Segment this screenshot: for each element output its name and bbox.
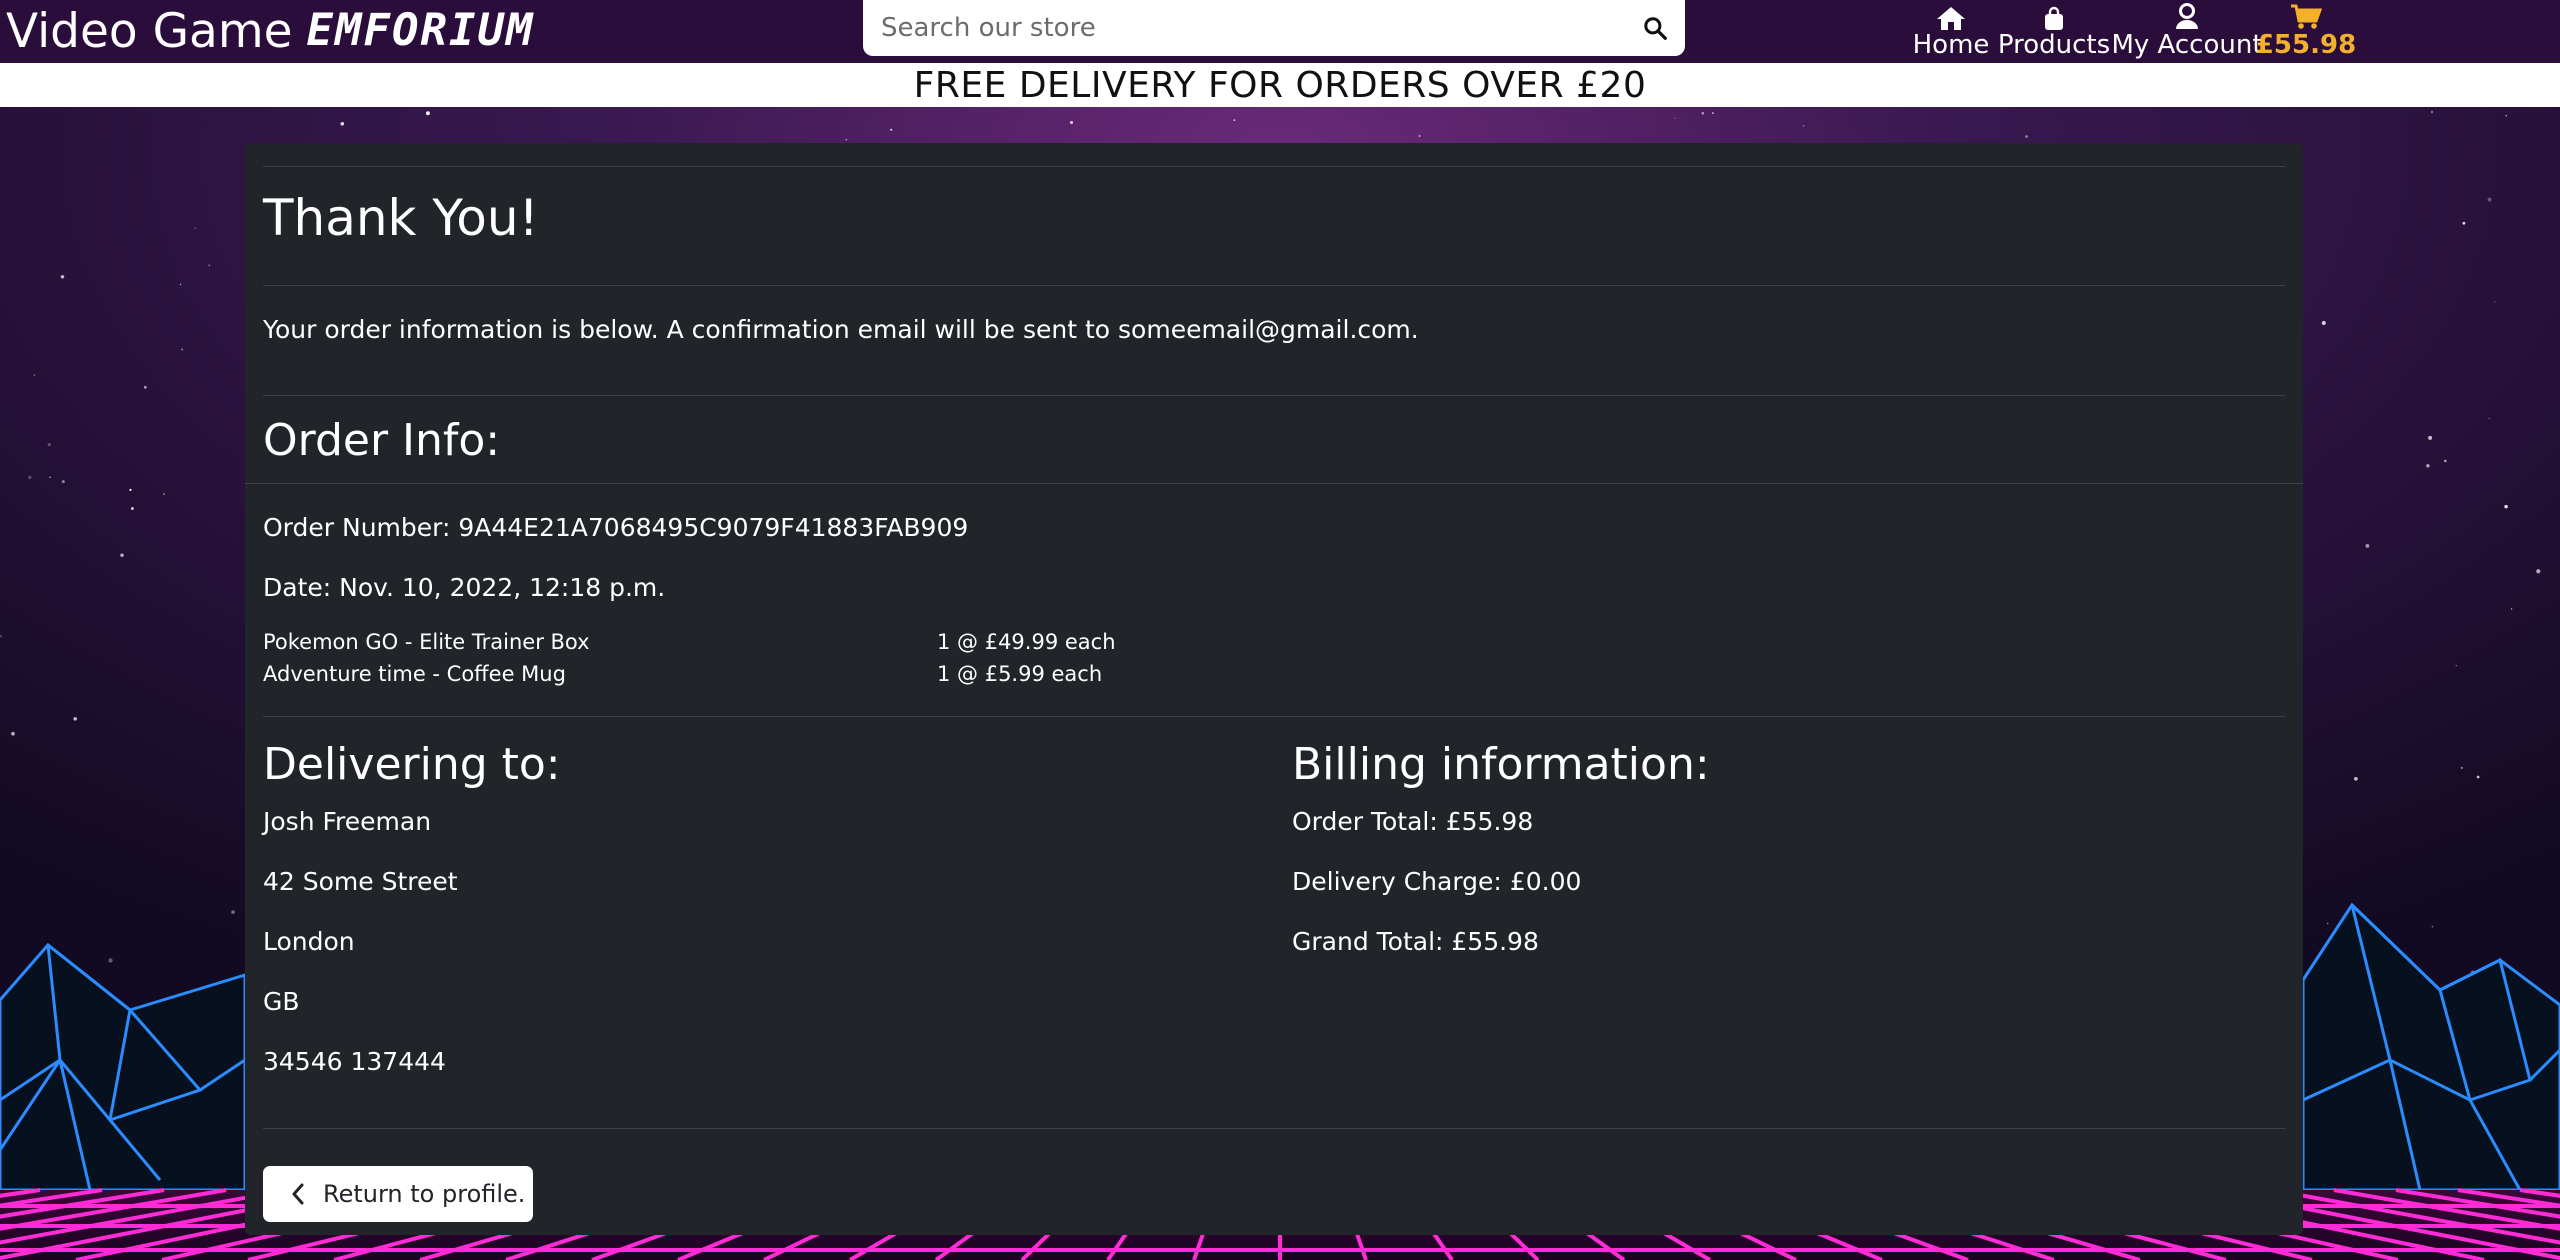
order-total: Order Total: £55.98 (1292, 807, 1533, 837)
nav-home[interactable]: Home (1913, 0, 1989, 58)
grand-total: Grand Total: £55.98 (1292, 927, 1539, 957)
nav-products[interactable]: Products (1998, 0, 2110, 58)
address-street: 42 Some Street (263, 867, 458, 896)
return-to-profile-button[interactable]: Return to profile. (263, 1166, 533, 1222)
line-item-qty-price: 1 @ £49.99 each (937, 630, 1116, 654)
address-phone: 34546 137444 (263, 1047, 446, 1076)
delivery-charge: Delivery Charge: £0.00 (1292, 867, 1581, 897)
grand-total-value: £55.98 (1451, 927, 1539, 956)
search-icon (1644, 17, 1667, 40)
home-icon (1937, 7, 1965, 30)
top-navbar: Video Game EMFORIUM Home Products (0, 0, 2560, 63)
nav-products-label: Products (1997, 30, 2111, 60)
checkout-success-card: Thank You! Your order information is bel… (245, 143, 2303, 1235)
divider (263, 1128, 2285, 1129)
brand-name: Video Game (6, 3, 293, 59)
delivery-charge-label: Delivery Charge: (1292, 867, 1510, 896)
order-date: Date: Nov. 10, 2022, 12:18 p.m. (263, 573, 665, 603)
divider (263, 166, 2285, 167)
divider (245, 483, 2303, 484)
search-bar (863, 0, 1685, 56)
cart-total: £55.98 (2255, 30, 2357, 60)
page-title: Thank You! (263, 189, 539, 247)
line-item-qty-price: 1 @ £5.99 each (937, 662, 1103, 686)
chevron-left-icon (292, 1183, 304, 1205)
order-number-label: Order Number: (263, 513, 459, 542)
shopping-bag-icon (2045, 6, 2063, 30)
order-date-label: Date: (263, 573, 340, 602)
delivery-banner: FREE DELIVERY FOR ORDERS OVER £20 (0, 63, 2560, 107)
confirmation-message: Your order information is below. A confi… (263, 315, 1419, 345)
brand-name-accent: EMFORIUM (306, 5, 535, 56)
billing-heading: Billing information: (1292, 739, 1710, 790)
order-total-label: Order Total: (1292, 807, 1446, 836)
nav-home-label: Home (1912, 30, 1990, 60)
confirmation-message-end: . (1410, 315, 1419, 344)
search-input[interactable] (863, 3, 1603, 53)
address-full-name: Josh Freeman (263, 807, 432, 836)
grand-total-label: Grand Total: (1292, 927, 1452, 956)
order-number-value: 9A44E21A7068495C9079F41883FAB909 (458, 513, 969, 542)
user-icon (2176, 3, 2198, 29)
line-item-name: Pokemon GO - Elite Trainer Box (263, 630, 590, 654)
delivery-charge-value: £0.00 (1509, 867, 1582, 896)
nav-cart[interactable]: £55.98 (2256, 0, 2356, 58)
brand-logo[interactable]: Video Game EMFORIUM (6, 2, 534, 60)
order-total-value: £55.98 (1445, 807, 1534, 836)
delivering-to-heading: Delivering to: (263, 739, 561, 790)
confirmation-message-text: Your order information is below. A confi… (263, 315, 1119, 344)
confirmation-email: someemail@gmail.com (1118, 315, 1411, 344)
nav-my-account[interactable]: My Account (2111, 0, 2263, 58)
divider (263, 285, 2285, 286)
order-number: Order Number: 9A44E21A7068495C9079F41883… (263, 513, 968, 543)
nav-my-account-label: My Account (2111, 30, 2263, 60)
line-item-name: Adventure time - Coffee Mug (263, 662, 566, 686)
cart-icon (2291, 4, 2322, 29)
order-info-heading: Order Info: (263, 415, 501, 466)
divider (263, 716, 2285, 717)
address-country: GB (263, 987, 300, 1016)
address-town: London (263, 927, 355, 956)
divider (263, 395, 2285, 396)
return-to-profile-label: Return to profile. (323, 1180, 526, 1208)
order-date-value: Nov. 10, 2022, 12:18 p.m. (339, 573, 666, 602)
search-button[interactable] (1639, 12, 1671, 44)
delivery-banner-text: FREE DELIVERY FOR ORDERS OVER £20 (913, 64, 1647, 106)
